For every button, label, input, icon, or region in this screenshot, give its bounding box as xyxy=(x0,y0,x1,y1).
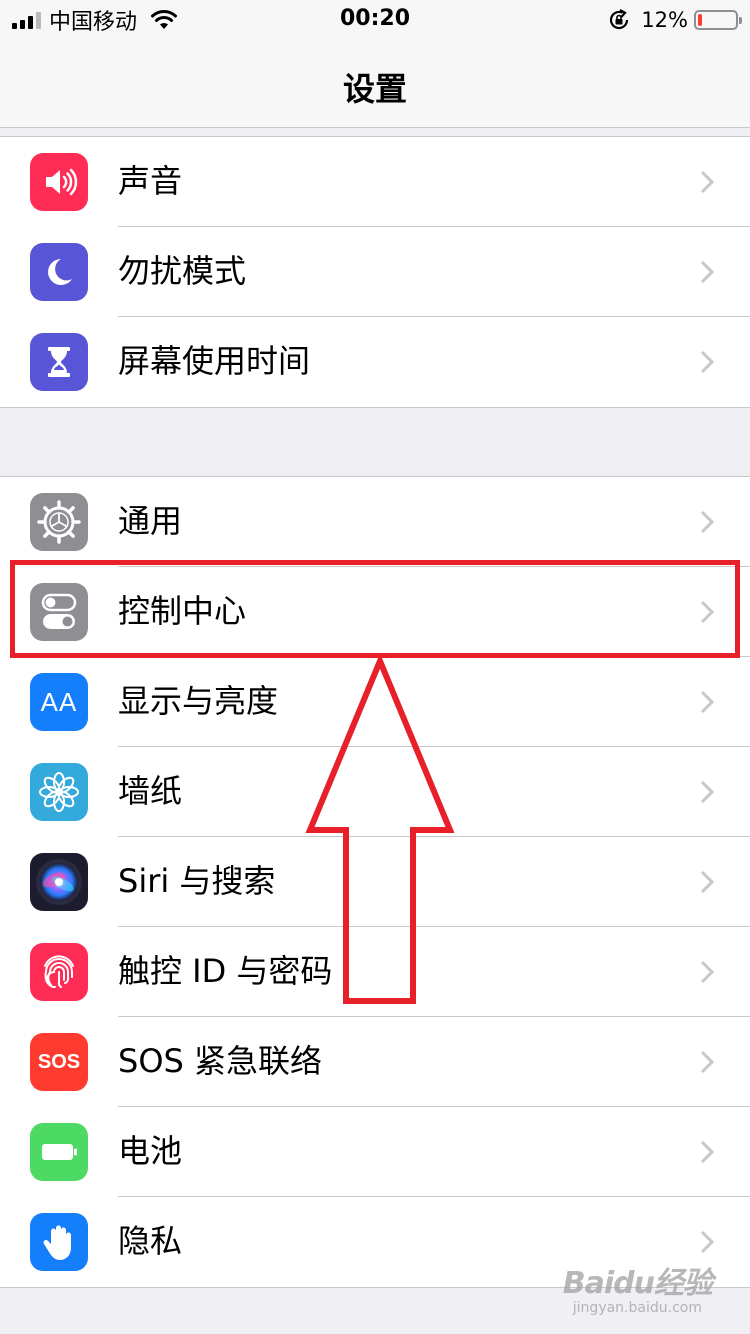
flower-icon xyxy=(30,763,88,821)
siri-icon xyxy=(30,853,88,911)
sound-icon xyxy=(30,153,88,211)
sos-icon: SOS xyxy=(30,1033,88,1091)
settings-row-label: 电池 xyxy=(118,1132,183,1170)
hourglass-icon xyxy=(30,333,88,391)
settings-row-screen-time[interactable]: 屏幕使用时间 xyxy=(0,317,750,407)
battery-icon xyxy=(30,1123,88,1181)
text-size-icon: AA xyxy=(30,673,88,731)
hand-icon xyxy=(30,1213,88,1271)
chevron-right-icon xyxy=(700,1050,715,1074)
settings-row-label: 通用 xyxy=(118,502,183,540)
fingerprint-icon xyxy=(30,943,88,1001)
settings-row-label: Siri 与搜索 xyxy=(118,862,276,900)
settings-row-do-not-disturb[interactable]: 勿扰模式 xyxy=(0,227,750,317)
settings-row-label: 声音 xyxy=(118,162,183,200)
settings-row-label: 隐私 xyxy=(118,1222,183,1260)
chevron-right-icon xyxy=(700,170,715,194)
chevron-right-icon xyxy=(700,960,715,984)
moon-icon xyxy=(30,243,88,301)
watermark-logo: Baidu经验 xyxy=(562,1266,713,1301)
settings-row-sound[interactable]: 声音 xyxy=(0,137,750,227)
navigation-bar: 设置 xyxy=(0,40,750,128)
chevron-right-icon xyxy=(700,1140,715,1164)
status-bar: 中国移动 00:20 12% xyxy=(0,0,750,40)
watermark-url: jingyan.baidu.com xyxy=(572,1300,702,1316)
chevron-right-icon xyxy=(700,1230,715,1254)
battery-icon xyxy=(694,10,742,30)
highlight-annotation-box xyxy=(10,560,740,658)
text-size-glyph: AA xyxy=(40,686,78,717)
battery-level-fill xyxy=(698,14,703,26)
gear-icon xyxy=(30,493,88,551)
settings-row-label: 屏幕使用时间 xyxy=(118,342,311,380)
settings-row-label: 显示与亮度 xyxy=(118,682,279,720)
chevron-right-icon xyxy=(700,870,715,894)
chevron-right-icon xyxy=(700,510,715,534)
settings-row-emergency-sos[interactable]: SOS SOS 紧急联络 xyxy=(0,1017,750,1107)
status-right: 12% xyxy=(607,6,742,34)
settings-row-general[interactable]: 通用 xyxy=(0,477,750,567)
page-title: 设置 xyxy=(342,70,407,108)
settings-row-label: 勿扰模式 xyxy=(118,252,247,290)
chevron-right-icon xyxy=(700,780,715,804)
settings-row-battery[interactable]: 电池 xyxy=(0,1107,750,1197)
settings-group-1: 声音 勿扰模式 屏幕使用时间 xyxy=(0,136,750,408)
rotation-lock-icon xyxy=(610,9,629,30)
chevron-right-icon xyxy=(700,690,715,714)
settings-row-label: SOS 紧急联络 xyxy=(118,1042,322,1080)
chevron-right-icon xyxy=(700,350,715,374)
up-arrow-annotation-icon xyxy=(305,655,455,1004)
sos-glyph: SOS xyxy=(37,1050,81,1073)
watermark: Baidu经验 jingyan.baidu.com xyxy=(562,1258,713,1316)
chevron-right-icon xyxy=(700,260,715,284)
battery-percent: 12% xyxy=(641,8,688,32)
settings-row-label: 墙纸 xyxy=(118,772,183,810)
